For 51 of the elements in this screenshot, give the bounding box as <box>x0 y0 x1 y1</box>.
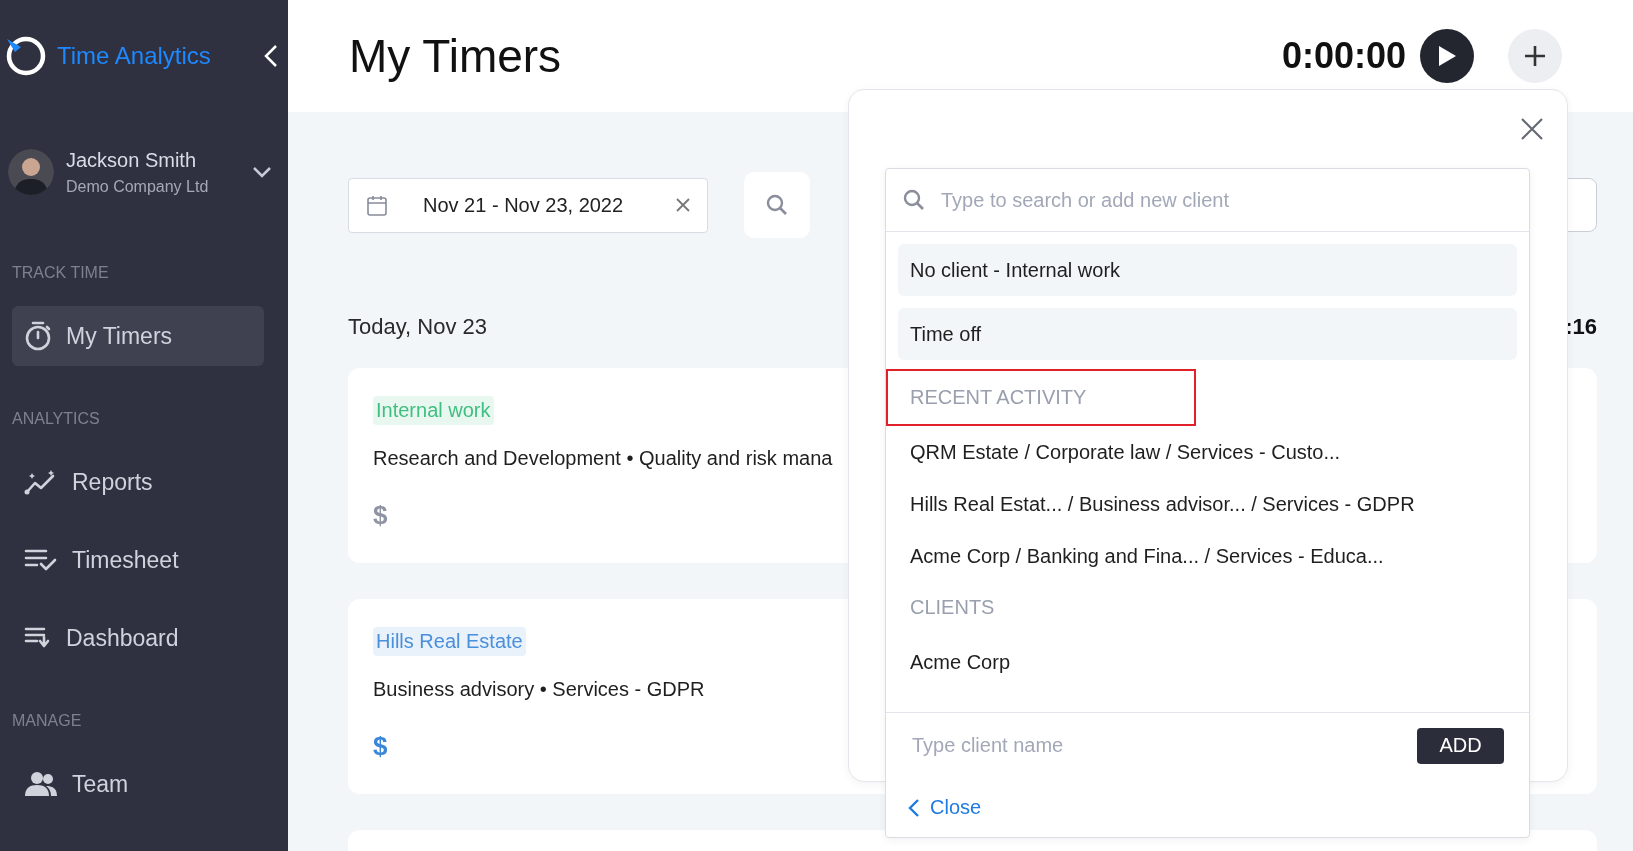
app-name: Time Analytics <box>57 42 212 70</box>
stopwatch-icon <box>24 321 52 351</box>
nav-item[interactable]: My Timers <box>12 306 264 366</box>
client-option[interactable]: Time off <box>898 308 1517 360</box>
entry-description: Research and Development • Quality and risk mana <box>373 447 833 470</box>
client-name-field[interactable]: Type client name <box>910 733 1417 758</box>
search-icon <box>903 189 925 211</box>
nav-item[interactable]: Team <box>12 754 264 814</box>
date-range-field[interactable]: Nov 21 - Nov 23, 2022 <box>348 177 708 233</box>
clear-icon[interactable] <box>675 197 691 213</box>
play-icon <box>1437 45 1457 67</box>
client-item[interactable]: QRM Estate / Corporate law / Services - Custo... <box>898 426 1517 478</box>
section-title: MANAGE <box>11 712 83 730</box>
section-title: TRACK TIME <box>11 264 110 282</box>
chevron-left-icon[interactable] <box>264 44 278 68</box>
client-search-field[interactable]: Type to search or add new client <box>939 187 1529 213</box>
chevron-down-icon[interactable] <box>252 166 272 178</box>
close-icon[interactable] <box>1521 118 1543 140</box>
section-header: CLIENTS <box>909 595 996 620</box>
page-title: My Timers <box>349 29 563 83</box>
plus-icon <box>1524 45 1546 67</box>
billable-toggle[interactable]: $ <box>373 731 388 762</box>
close-link[interactable]: Close <box>886 778 988 837</box>
day-label: Today, Nov 23 <box>348 314 487 340</box>
timer-display: 0:00:00 <box>1281 35 1406 77</box>
client-tag: Internal work <box>373 396 494 425</box>
nav-item[interactable]: Dashboard <box>12 608 264 668</box>
avatar[interactable] <box>8 149 54 195</box>
client-option[interactable]: No client - Internal work <box>898 244 1517 296</box>
client-item[interactable]: Acme Corp / Banking and Fina... / Services - Educa... <box>898 530 1517 582</box>
search-button[interactable] <box>744 172 810 238</box>
day-total: :16 <box>1565 314 1597 340</box>
nav-item[interactable]: Timesheet <box>12 530 264 590</box>
user-name: Jackson Smith <box>66 148 198 172</box>
search-icon <box>766 194 788 216</box>
calendar-icon <box>367 194 387 216</box>
add-client-button[interactable]: ADD <box>1417 727 1504 764</box>
client-item[interactable]: Hills Real Estat... / Business advisor... / Services - GDPR <box>898 478 1517 530</box>
section-header: RECENT ACTIVITY <box>886 369 1196 426</box>
people-icon <box>24 771 58 797</box>
play-button[interactable] <box>1420 29 1474 83</box>
list-arrow-icon <box>24 626 52 650</box>
client-item[interactable]: Acme Corp <box>898 636 1517 688</box>
company-name: Demo Company Ltd <box>66 177 210 196</box>
list-check-icon <box>24 548 58 572</box>
client-tag: Hills Real Estate <box>373 627 526 656</box>
section-title: ANALYTICS <box>11 410 101 428</box>
logo-icon <box>5 35 47 77</box>
nav-item[interactable]: Reports <box>12 452 264 512</box>
entry-description: Business advisory • Services - GDPR <box>373 678 705 701</box>
chevron-left-icon <box>908 797 920 818</box>
